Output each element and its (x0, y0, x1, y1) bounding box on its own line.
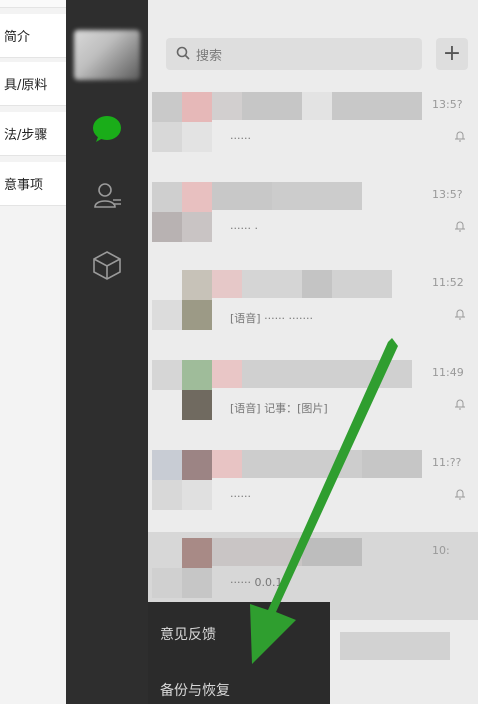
cube-icon[interactable] (92, 250, 122, 280)
search-input[interactable]: 搜索 (166, 38, 422, 70)
chat-name (212, 360, 412, 388)
toc-item-notes[interactable]: 意事项 (0, 162, 66, 206)
settings-popup-menu: 意见反馈 备份与恢复 (148, 602, 330, 704)
chat-item[interactable]: [语音] 记事：[图片] 11:49 (148, 354, 478, 442)
chat-icon[interactable] (92, 114, 122, 144)
search-placeholder: 搜索 (196, 49, 223, 64)
chat-time: 11:49 (432, 366, 464, 379)
chat-item[interactable]: ······ 11:?? (148, 444, 478, 532)
toc-item-label: 法/步骤 (4, 128, 48, 143)
chat-time: 13:5? (432, 188, 463, 201)
chat-name (212, 538, 362, 566)
toc-item-label: 简介 (4, 30, 31, 45)
avatar[interactable] (74, 30, 140, 80)
chat-name (340, 632, 450, 660)
article-toc: 简介 具/原料 法/步骤 意事项 (0, 0, 66, 704)
toc-item-intro[interactable]: 简介 (0, 14, 66, 58)
screen: 简介 具/原料 法/步骤 意事项 搜索 + ······ 13:5? ·····… (0, 0, 478, 704)
chat-time: 11:?? (432, 456, 462, 469)
menu-item-backup-restore[interactable]: 备份与恢复 (160, 680, 230, 700)
mute-icon (455, 489, 465, 500)
chat-last-message: [语音] ······ ······· (230, 312, 314, 325)
chat-last-message: ······ (230, 132, 251, 145)
chat-name (212, 450, 422, 478)
chat-last-message: ······ 0.0.10 (230, 576, 290, 589)
chat-name (212, 92, 422, 120)
toc-item-steps[interactable]: 法/步骤 (0, 112, 66, 156)
chat-name (212, 270, 392, 298)
chat-avatar (152, 450, 212, 510)
mute-icon (455, 399, 465, 410)
chat-name (212, 182, 362, 210)
chat-time: 11:52 (432, 276, 464, 289)
chat-last-message: ······ · (230, 222, 258, 235)
chat-item[interactable]: ······ 13:5? (148, 86, 478, 174)
mute-icon (455, 309, 465, 320)
chat-avatar (152, 538, 212, 598)
chat-avatar (152, 270, 212, 330)
chat-list-panel: 搜索 + ······ 13:5? ······ · 13:5? [语音] ··… (148, 0, 478, 704)
toc-top-edge (0, 0, 66, 8)
menu-item-feedback[interactable]: 意见反馈 (160, 624, 216, 644)
chat-avatar (152, 360, 212, 420)
chat-item[interactable]: [语音] ······ ······· 11:52 (148, 264, 478, 352)
chat-time: 13:5? (432, 98, 463, 111)
chat-item[interactable]: ······ · 13:5? (148, 176, 478, 264)
add-button[interactable]: + (436, 38, 468, 70)
app-sidebar (66, 0, 148, 704)
chat-last-message: [语音] 记事：[图片] (230, 402, 328, 415)
chat-time: 10: (432, 544, 450, 557)
chat-last-message: ······ (230, 490, 251, 503)
toc-item-tools[interactable]: 具/原料 (0, 62, 66, 106)
search-icon (176, 46, 190, 60)
mute-icon (455, 221, 465, 232)
chat-avatar (152, 182, 212, 242)
toc-item-label: 意事项 (4, 178, 44, 193)
mute-icon (455, 131, 465, 142)
toc-item-label: 具/原料 (4, 78, 48, 93)
contacts-icon[interactable] (92, 180, 122, 210)
chat-avatar (152, 92, 212, 152)
